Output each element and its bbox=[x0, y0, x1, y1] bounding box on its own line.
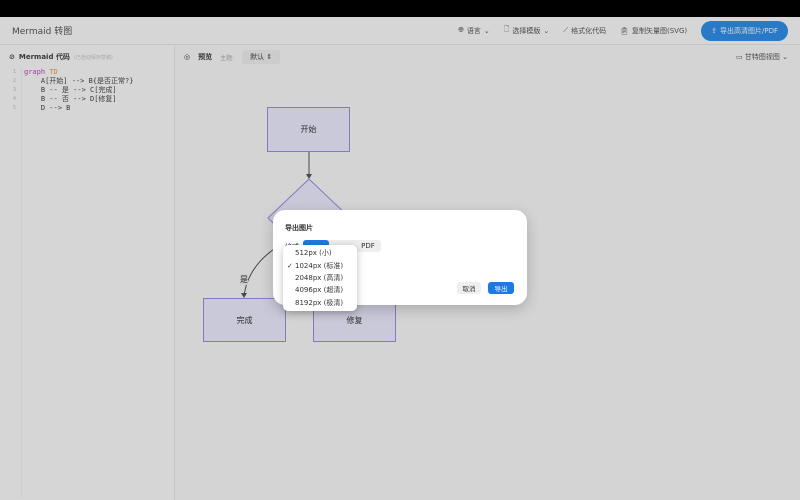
confirm-export-button[interactable]: 导出 bbox=[488, 282, 514, 294]
size-option[interactable]: 8192px (极清) bbox=[283, 297, 357, 309]
checkmark-icon: ✓ bbox=[287, 261, 293, 270]
size-dropdown[interactable]: 512px (小) ✓ 1024px (标准) 2048px (高清) 4096p… bbox=[283, 245, 357, 311]
size-option[interactable]: 4096px (超清) bbox=[283, 284, 357, 296]
size-option[interactable]: 2048px (高清) bbox=[283, 272, 357, 284]
size-option-selected[interactable]: ✓ 1024px (标准) bbox=[283, 259, 357, 271]
dialog-title: 导出图片 bbox=[285, 224, 313, 232]
tab-pdf[interactable]: PDF bbox=[355, 240, 381, 252]
cancel-button[interactable]: 取消 bbox=[457, 282, 481, 294]
size-option[interactable]: 512px (小) bbox=[283, 247, 357, 259]
